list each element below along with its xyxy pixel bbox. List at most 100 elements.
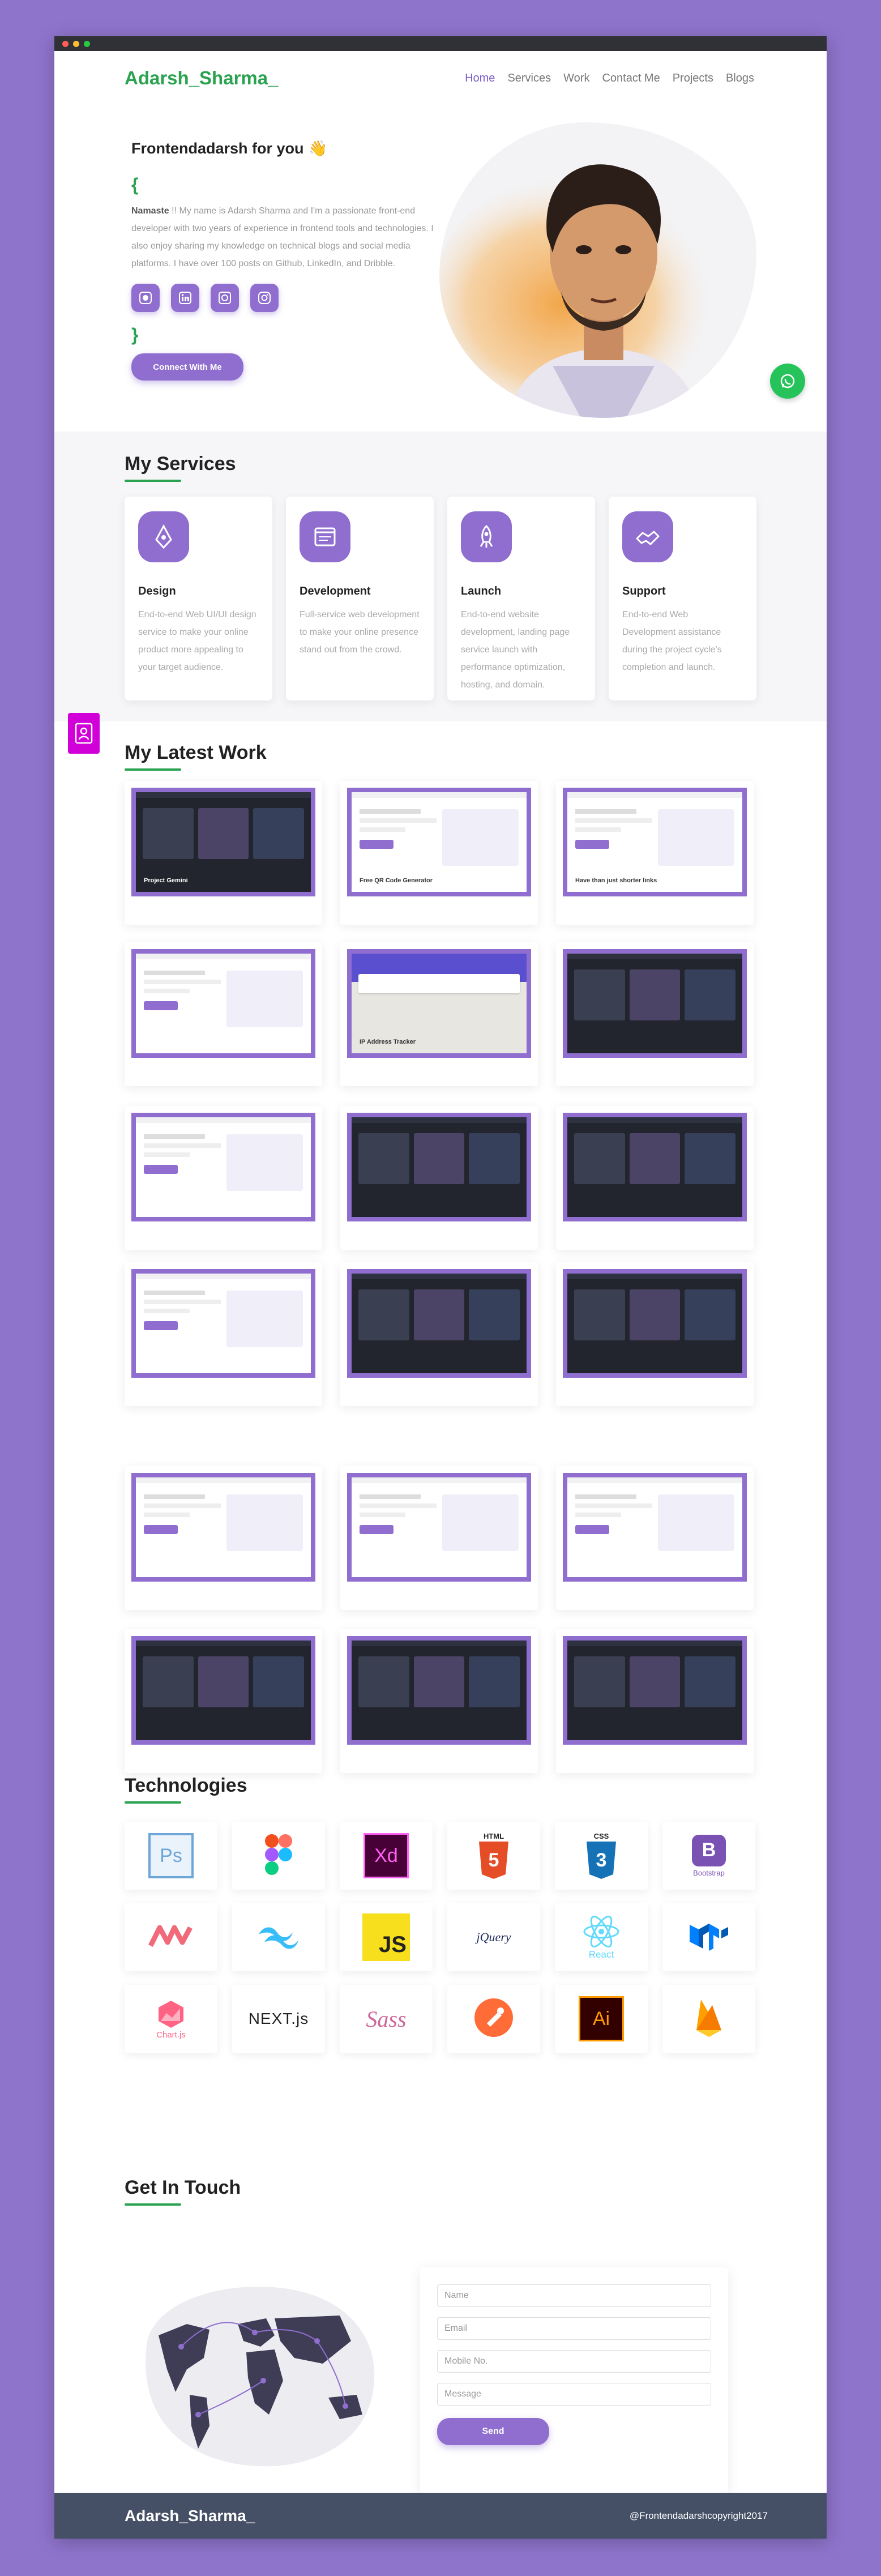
project-screenshot (563, 1636, 747, 1745)
dribbble-icon[interactable] (211, 284, 239, 312)
contact-title: Get In Touch (125, 2177, 241, 2206)
project-screenshot (347, 1269, 531, 1378)
tech-card: Chart.js (125, 1985, 217, 2053)
project-screenshot: IP Address Tracker (347, 949, 531, 1058)
project-preview (136, 1641, 311, 1740)
work-card[interactable] (125, 942, 322, 1086)
development-icon (300, 511, 350, 562)
work-title: My Latest Work (125, 742, 267, 771)
work-card[interactable] (125, 1262, 322, 1406)
work-card[interactable] (556, 1629, 754, 1773)
tech-label: jQuery (476, 1930, 511, 1944)
service-title: Development (300, 585, 371, 597)
project-caption: IP Address Tracker (360, 1039, 416, 1045)
footer-logo[interactable]: Adarsh_Sharma_ (125, 2507, 255, 2525)
contact-form: Send (420, 2267, 728, 2494)
connect-button[interactable]: Connect With Me (131, 353, 243, 381)
browser-window: Adarsh_Sharma_ Home Services Work Contac… (54, 36, 827, 2539)
project-preview: IP Address Tracker (352, 954, 527, 1053)
work-card[interactable] (556, 1106, 754, 1250)
css3-icon: CSS 3 (584, 1832, 618, 1880)
nav-link-services[interactable]: Services (507, 72, 551, 85)
nav-link-blogs[interactable]: Blogs (726, 72, 754, 85)
photoshop-icon: Ps (148, 1833, 194, 1878)
name-field[interactable] (437, 2284, 711, 2307)
email-field[interactable] (437, 2317, 711, 2340)
service-card-support: Support End-to-end Web Development assis… (609, 497, 756, 700)
github-icon[interactable] (131, 284, 160, 312)
project-preview: Free QR Code Generator (352, 792, 527, 892)
service-title: Launch (461, 585, 502, 597)
instagram-icon[interactable] (250, 284, 279, 312)
tech-label: Xd (363, 1833, 409, 1878)
nav-link-work[interactable]: Work (563, 72, 589, 85)
work-card[interactable] (125, 1629, 322, 1773)
open-brace: { (131, 174, 139, 195)
whatsapp-icon[interactable] (770, 364, 805, 399)
service-card-development: Development Full-service web development… (286, 497, 434, 700)
contact-section: Get In Touch Name Email Mobile No. Messa… (54, 2177, 827, 2539)
svg-text:5: 5 (489, 1849, 499, 1871)
work-card[interactable] (125, 1106, 322, 1250)
project-caption: Project Gemini (144, 877, 188, 884)
work-card[interactable] (556, 1262, 754, 1406)
tech-label: Chart.js (156, 2030, 186, 2040)
message-field[interactable] (437, 2383, 711, 2406)
nav-link-contact[interactable]: Contact Me (602, 72, 660, 85)
work-card[interactable]: Project Gemini (125, 781, 322, 925)
nav-link-projects[interactable]: Projects (673, 72, 713, 85)
project-screenshot (563, 1473, 747, 1582)
profile-portrait (439, 122, 756, 418)
mobile-field[interactable] (437, 2350, 711, 2373)
hero-paragraph: Namaste !! My name is Adarsh Sharma and … (131, 202, 437, 272)
nav-menu: Home Services Work Contact Me Projects B… (465, 72, 754, 85)
project-preview (567, 1274, 742, 1373)
project-preview (352, 1117, 527, 1217)
design-icon (138, 511, 189, 562)
work-card[interactable]: Have than just shorter links (556, 781, 754, 925)
service-title: Design (138, 585, 176, 597)
tech-label: Ps (148, 1833, 194, 1878)
work-card[interactable] (340, 1106, 538, 1250)
tech-label: HTML (483, 1831, 504, 1840)
technologies-section: Technologies Ps Xd HTML 5 CSS 3 B Bootstrap JS jQ… (54, 1775, 827, 2177)
tech-card (662, 1985, 755, 2053)
project-screenshot (131, 949, 315, 1058)
services-title: My Services (125, 453, 236, 482)
work-card[interactable] (340, 1262, 538, 1406)
work-card[interactable] (556, 942, 754, 1086)
tech-card: JS (340, 1903, 433, 1971)
tech-label: Bootstrap (693, 1868, 725, 1877)
work-card[interactable] (340, 1629, 538, 1773)
close-brace: } (131, 324, 139, 345)
tech-card: Ps (125, 1822, 217, 1890)
services-section: My Services Design End-to-end Web UI/UI … (54, 432, 827, 721)
hero-greeting: Namaste (131, 206, 169, 216)
minimize-dot[interactable] (73, 40, 79, 47)
technologies-grid: Ps Xd HTML 5 CSS 3 B Bootstrap JS jQuery React Char… (125, 1822, 827, 2053)
project-screenshot: Project Gemini (131, 788, 315, 896)
tech-card: HTML 5 (447, 1822, 540, 1890)
site-logo[interactable]: Adarsh_Sharma_ (125, 67, 278, 89)
send-button[interactable]: Send (437, 2418, 549, 2445)
work-card[interactable] (556, 1466, 754, 1610)
material-icon (148, 1922, 194, 1953)
svg-text:3: 3 (596, 1849, 607, 1871)
project-screenshot (131, 1473, 315, 1582)
work-card[interactable]: Free QR Code Generator (340, 781, 538, 925)
maximize-dot[interactable] (84, 40, 90, 47)
close-dot[interactable] (62, 40, 69, 47)
work-card[interactable]: IP Address Tracker (340, 942, 538, 1086)
chartjs-icon: Chart.js (155, 1998, 187, 2040)
nav-link-home[interactable]: Home (465, 72, 495, 85)
service-card-design: Design End-to-end Web UI/UI design servi… (125, 497, 272, 700)
hero-section: Frontendadarsh for you 👋 { Namaste !! My… (54, 105, 827, 432)
window-titlebar (54, 36, 827, 51)
hero-intro: Frontendadarsh for you 👋 { Namaste !! My… (131, 139, 437, 381)
project-screenshot (347, 1473, 531, 1582)
project-preview (567, 1117, 742, 1217)
work-card[interactable] (340, 1466, 538, 1610)
linkedin-icon[interactable] (171, 284, 199, 312)
tech-card: Xd (340, 1822, 433, 1890)
work-card[interactable] (125, 1466, 322, 1610)
